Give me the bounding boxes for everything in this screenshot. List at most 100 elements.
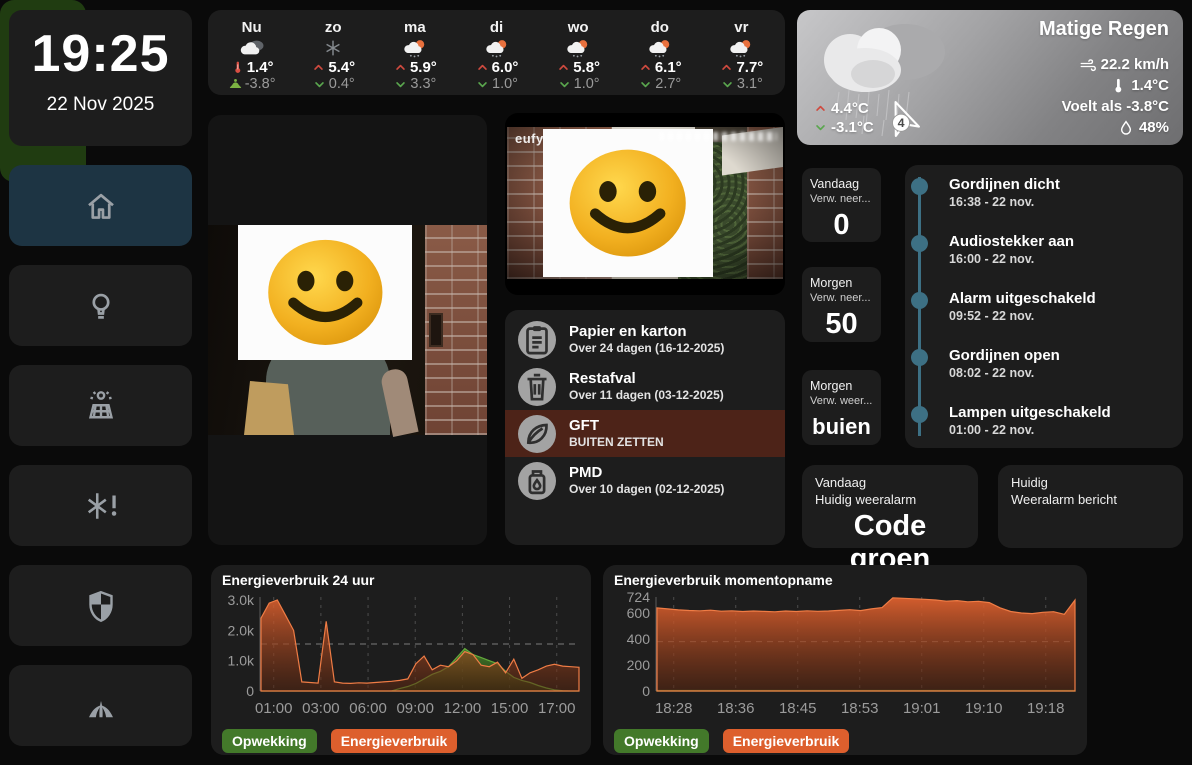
svg-text:19:10: 19:10 <box>965 700 1003 717</box>
svg-text:06:00: 06:00 <box>349 700 387 717</box>
stat-card-weather-tomorrow[interactable]: Morgen Verw. weer... buien <box>802 370 881 445</box>
sidebar-item-security[interactable] <box>9 565 192 646</box>
wind-direction-icon: 4 <box>891 101 920 137</box>
timestamp-overlay <box>659 132 777 141</box>
forecast-day-di[interactable]: di 6.0° 1.0° <box>459 19 535 95</box>
weather-condition-icon <box>721 37 761 59</box>
timeline-item[interactable]: Alarm uitgeschakeld 09:52 - 22 nov. <box>905 289 1183 324</box>
weather-condition-icon <box>640 37 680 59</box>
temp-low: 3.1° <box>736 76 763 92</box>
legend-chip-energieverbruik[interactable]: Energieverbruik <box>722 729 850 753</box>
snowflake-alert-icon <box>83 488 119 524</box>
temp-low: 0.4° <box>328 76 355 92</box>
stat-label: Verw. neer... <box>810 193 871 205</box>
current-weather-card[interactable]: Matige Regen 22.2 km/h 1.4°C Voelt als -… <box>797 10 1183 145</box>
forecast-day-label: Nu <box>241 19 262 36</box>
clock-card: 19:25 22 Nov 2025 <box>9 10 192 146</box>
event-time: 09:52 - 22 nov. <box>949 309 1035 323</box>
event-time: 16:38 - 22 nov. <box>949 195 1035 209</box>
svg-text:15:00: 15:00 <box>491 700 529 717</box>
sidebar-item-climate[interactable] <box>9 465 192 546</box>
privacy-overlay <box>543 129 713 277</box>
camera-feed-front[interactable] <box>208 115 487 545</box>
thermometer-icon <box>1109 77 1127 95</box>
waste-item-papier[interactable]: Papier en karton Over 24 dagen (16-12-20… <box>505 316 785 363</box>
svg-text:19:18: 19:18 <box>1027 700 1065 717</box>
forecast-day-label: zo <box>324 19 342 36</box>
svg-text:3.0k: 3.0k <box>228 592 255 608</box>
sidebar-item-lights[interactable] <box>9 265 192 346</box>
stat-period: Morgen <box>810 379 853 393</box>
temp-low: 1.0° <box>492 76 518 92</box>
waste-name: Papier en karton <box>569 323 687 340</box>
waste-item-restafval[interactable]: Restafval Over 11 dagen (03-12-2025) <box>505 363 785 410</box>
arrow-down-icon <box>557 77 572 92</box>
forecast-day-ma[interactable]: ma 5.9° 3.3° <box>377 19 453 95</box>
wind-beaufort: 4 <box>898 116 905 130</box>
svg-text:18:53: 18:53 <box>841 700 879 717</box>
waste-name: Restafval <box>569 370 636 387</box>
chart-plot-area: 01:00 03:00 06:00 09:00 12:00 15:00 17:00 0 1.0k… <box>219 591 583 727</box>
svg-text:1.0k: 1.0k <box>228 653 255 669</box>
stat-card-precipitation-today[interactable]: Vandaag Verw. neer... 0 <box>802 168 881 242</box>
legend-chip-energieverbruik[interactable]: Energieverbruik <box>330 729 458 753</box>
forecast-day-label: vr <box>734 19 749 36</box>
event-title: Gordijnen dicht <box>949 176 1060 193</box>
paper-icon <box>518 320 556 359</box>
stat-label: Verw. weer... <box>810 395 873 407</box>
humidity: 48% <box>1138 119 1169 136</box>
weather-condition-icon <box>395 37 435 59</box>
legend-chip-opwekking[interactable]: Opwekking <box>614 729 709 753</box>
waste-name: GFT <box>569 417 599 434</box>
svg-text:01:00: 01:00 <box>255 700 293 717</box>
arrow-down-icon <box>720 77 735 92</box>
timeline-item[interactable]: Gordijnen dicht 16:38 - 22 nov. <box>905 175 1183 210</box>
weather-alert-card[interactable]: Vandaag Huidig weeralarm Code groen <box>802 465 978 575</box>
arrow-up-icon <box>638 60 653 75</box>
svg-text:0: 0 <box>642 683 650 699</box>
solar-panel-icon <box>83 388 119 424</box>
stat-label: Verw. neer... <box>810 292 871 304</box>
clock-time: 19:25 <box>31 25 170 83</box>
legend-chip-opwekking[interactable]: Opwekking <box>222 729 317 753</box>
sidebar-item-solar[interactable] <box>9 365 192 446</box>
forecast-day-label: wo <box>567 19 589 36</box>
temp-low: 2.7° <box>655 76 682 92</box>
alert-period: Vandaag <box>815 475 867 490</box>
forecast-day-zo[interactable]: zo 5.4° 0.4° <box>295 19 371 95</box>
camera-feed-doorbell[interactable]: eufy <box>505 113 785 295</box>
waste-item-gft[interactable]: GFT BUITEN ZETTEN <box>505 410 785 457</box>
sidebar-item-garden[interactable] <box>9 665 192 746</box>
temp-high: 5.4° <box>328 59 356 76</box>
weather-alert-message-card[interactable]: Huidig Weeralarm bericht <box>998 465 1183 548</box>
event-time: 16:00 - 22 nov. <box>949 252 1035 266</box>
sidebar-item-home[interactable] <box>9 165 192 246</box>
timeline-item[interactable]: Lampen uitgeschakeld 01:00 - 22 nov. <box>905 403 1183 438</box>
energy-chart-snapshot-card: Energieverbruik momentopname 18:28 18:36 1… <box>603 565 1087 755</box>
stat-card-precipitation-tomorrow[interactable]: Morgen Verw. neer... 50 <box>802 267 881 342</box>
forecast-day-vr[interactable]: vr 7.7° 3.1° <box>703 19 779 95</box>
svg-text:2.0k: 2.0k <box>228 622 255 638</box>
forecast-day-nu[interactable]: Nu 1.4° -3.8° <box>214 19 290 95</box>
arrow-up-icon <box>556 60 571 75</box>
grass-icon <box>83 688 119 724</box>
humidity-icon <box>1117 119 1135 137</box>
arrow-up-icon <box>813 101 828 116</box>
timeline-item[interactable]: Gordijnen open 08:02 - 22 nov. <box>905 346 1183 381</box>
weather-condition-icon <box>477 37 517 59</box>
stat-period: Vandaag <box>810 177 860 191</box>
wind-speed: 22.2 km/h <box>1100 56 1169 73</box>
stat-value: 0 <box>833 209 850 241</box>
svg-text:19:01: 19:01 <box>903 700 941 717</box>
energy-chart-24h-card: Energieverbruik 24 uur 01:00 03:00 06:00 09… <box>211 565 591 755</box>
timeline-item[interactable]: Audiostekker aan 16:00 - 22 nov. <box>905 232 1183 267</box>
leaf-icon <box>518 414 556 453</box>
temp-high: 5.9° <box>409 59 437 76</box>
waste-due: Over 24 dagen (16-12-2025) <box>569 341 725 355</box>
forecast-day-wo[interactable]: wo 5.8° 1.0° <box>540 19 616 95</box>
temp-high: 6.0° <box>491 59 519 76</box>
lightbulb-icon <box>83 288 119 324</box>
waste-due: Over 11 dagen (03-12-2025) <box>569 388 724 402</box>
forecast-day-do[interactable]: do 6.1° 2.7° <box>622 19 698 95</box>
waste-item-pmd[interactable]: PMD Over 10 dagen (02-12-2025) <box>505 457 785 504</box>
